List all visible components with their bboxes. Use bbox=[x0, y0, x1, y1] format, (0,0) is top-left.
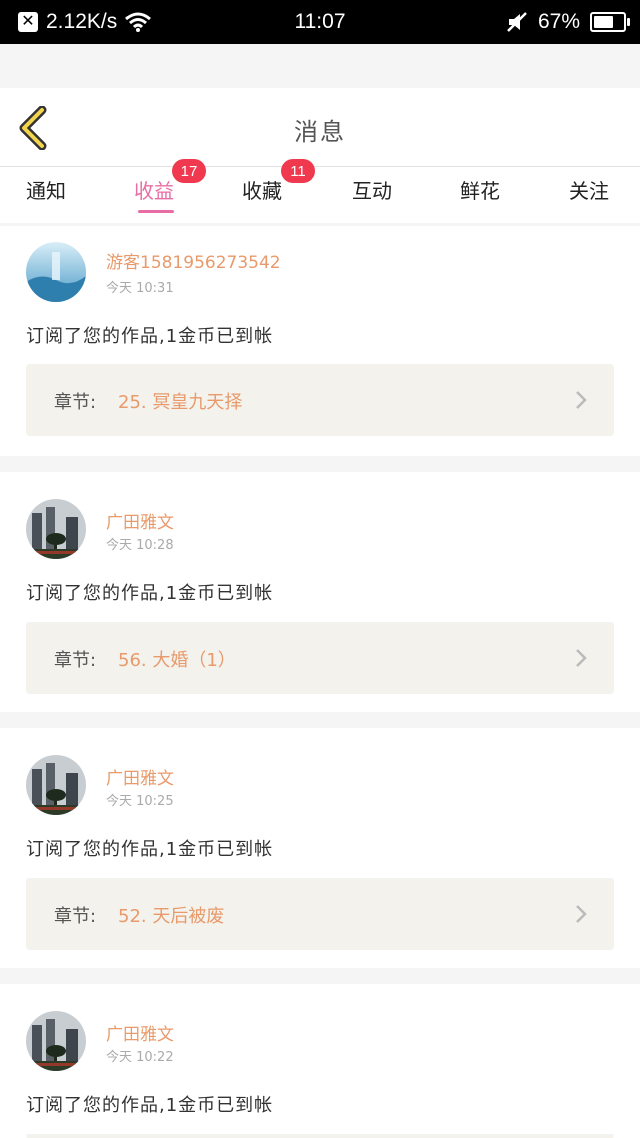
battery-percent: 67% bbox=[537, 10, 580, 33]
status-bar: ✕ 2.12K/s 11:07 67% bbox=[0, 0, 640, 44]
page-header: 消息 bbox=[0, 88, 640, 167]
earnings-count-badge: 17 bbox=[172, 159, 206, 183]
avatar[interactable] bbox=[26, 755, 86, 815]
tab-label: 互动 bbox=[352, 179, 392, 203]
battery-icon bbox=[590, 12, 630, 32]
subscription-message: 订阅了您的作品,1金币已到帐 bbox=[26, 1095, 274, 1116]
chevron-right-icon bbox=[576, 391, 587, 409]
avatar[interactable] bbox=[26, 242, 86, 302]
timestamp: 今天 10:31 bbox=[106, 281, 174, 296]
subscription-message: 订阅了您的作品,1金币已到帐 bbox=[26, 839, 274, 860]
chapter-link[interactable]: 章节: 56. 大婚（1） bbox=[26, 622, 614, 694]
tab-following[interactable]: 关注 bbox=[569, 175, 609, 204]
timestamp: 今天 10:25 bbox=[106, 794, 174, 809]
active-tab-indicator bbox=[138, 210, 174, 213]
avatar[interactable] bbox=[26, 499, 86, 559]
username[interactable]: 广田雅文 bbox=[106, 1020, 174, 1045]
tab-bar: 通知 收益 17 收藏 11 互动 鲜花 关注 bbox=[0, 159, 640, 223]
chapter-link[interactable] bbox=[26, 1134, 614, 1138]
favorites-count-badge: 11 bbox=[281, 159, 315, 183]
username[interactable]: 广田雅文 bbox=[106, 508, 174, 533]
tab-label: 鲜花 bbox=[460, 179, 500, 203]
chevron-right-icon bbox=[576, 905, 587, 923]
earning-card: 广田雅文 今天 10:25 订阅了您的作品,1金币已到帐 章节: 52. 天后被… bbox=[0, 728, 640, 968]
tab-label: 关注 bbox=[569, 179, 609, 203]
tab-favorites[interactable]: 收藏 bbox=[242, 175, 282, 204]
page-title: 消息 bbox=[294, 118, 346, 146]
earning-card: 游客1581956273542 今天 10:31 订阅了您的作品,1金币已到帐 … bbox=[0, 226, 640, 456]
subscription-message: 订阅了您的作品,1金币已到帐 bbox=[26, 326, 274, 347]
chevron-right-icon bbox=[576, 649, 587, 667]
tab-label: 收藏 bbox=[242, 179, 282, 203]
earning-card: 广田雅文 今天 10:22 订阅了您的作品,1金币已到帐 bbox=[0, 984, 640, 1138]
chapter-link[interactable]: 章节: 52. 天后被废 bbox=[26, 878, 614, 950]
earning-card: 广田雅文 今天 10:28 订阅了您的作品,1金币已到帐 章节: 56. 大婚（… bbox=[0, 472, 640, 712]
battery-level bbox=[594, 16, 613, 28]
tab-flowers[interactable]: 鲜花 bbox=[460, 175, 500, 204]
mute-icon bbox=[507, 12, 527, 32]
avatar[interactable] bbox=[26, 1011, 86, 1071]
subscription-message: 订阅了您的作品,1金币已到帐 bbox=[26, 583, 274, 604]
tab-notifications[interactable]: 通知 bbox=[26, 175, 66, 204]
chapter-link[interactable]: 章节: 25. 冥皇九天择 bbox=[26, 364, 614, 436]
tab-interactions[interactable]: 互动 bbox=[352, 175, 392, 204]
username[interactable]: 广田雅文 bbox=[106, 764, 174, 789]
chapter-label: 章节: bbox=[54, 650, 97, 671]
timestamp: 今天 10:22 bbox=[106, 1050, 174, 1065]
chapter-label: 章节: bbox=[54, 906, 97, 927]
timestamp: 今天 10:28 bbox=[106, 538, 174, 553]
chapter-title: 25. 冥皇九天择 bbox=[118, 392, 243, 413]
tab-earnings[interactable]: 收益 bbox=[134, 175, 174, 204]
status-right: 67% bbox=[506, 10, 630, 34]
chapter-title: 56. 大婚（1） bbox=[118, 650, 236, 671]
chapter-label: 章节: bbox=[54, 392, 97, 413]
chapter-title: 52. 天后被废 bbox=[118, 906, 225, 927]
tab-label: 通知 bbox=[26, 179, 66, 203]
tab-label: 收益 bbox=[134, 179, 174, 203]
username[interactable]: 游客1581956273542 bbox=[106, 248, 281, 273]
